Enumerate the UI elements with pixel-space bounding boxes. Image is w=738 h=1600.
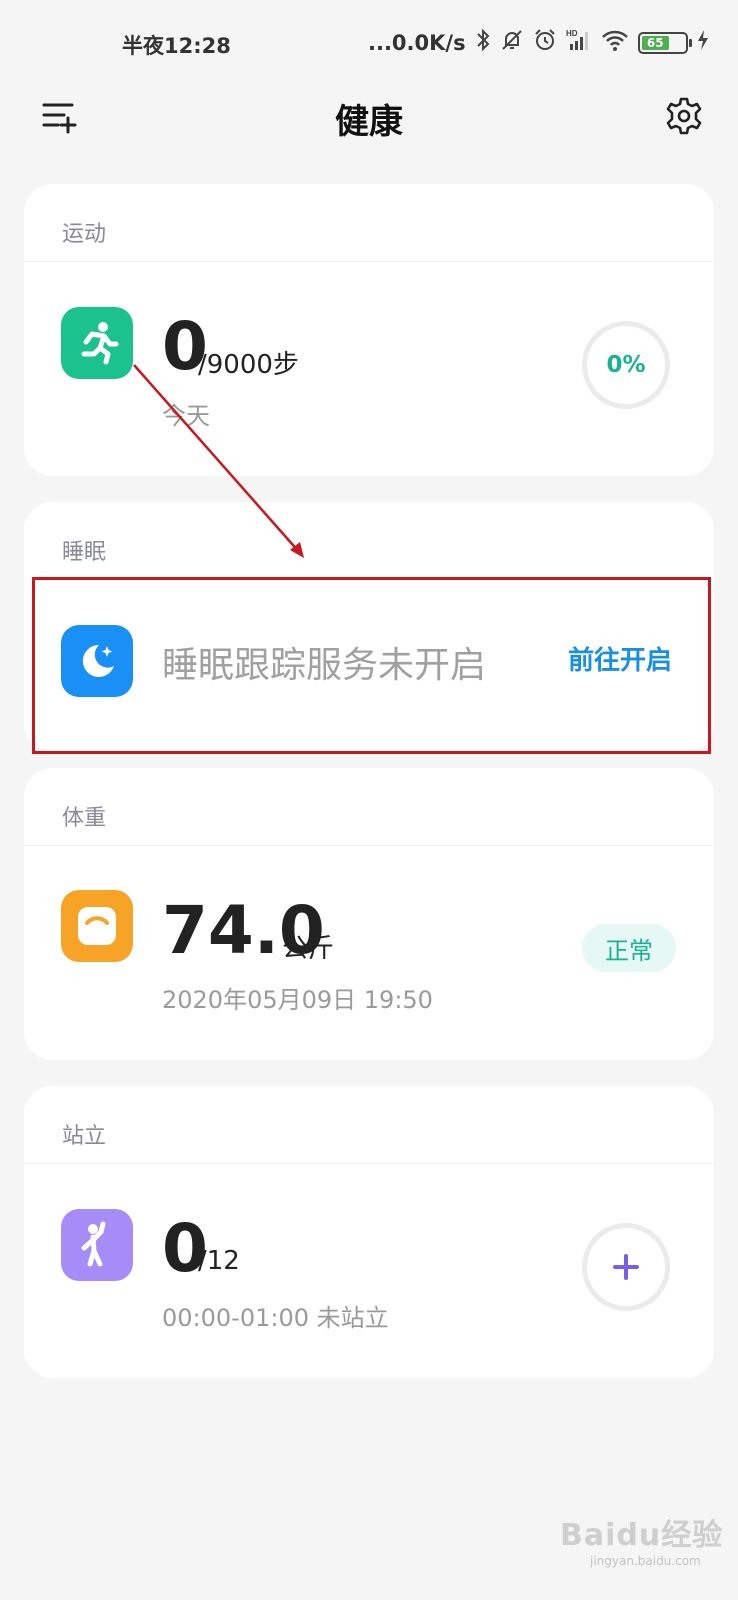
standing-person-icon (61, 1209, 133, 1281)
sleep-card[interactable]: 睡眠 睡眠跟踪服务未开启 前往开启 (24, 502, 714, 752)
step-goal: /9000步 (198, 350, 299, 380)
network-speed: ...0.0K/s (368, 30, 466, 55)
bluetooth-icon (475, 28, 491, 57)
exercise-card[interactable]: 运动 0 /9000步 今天 0% (24, 184, 714, 476)
top-bar: 健康 (0, 84, 738, 184)
sleep-header: 睡眠 (62, 540, 107, 565)
alarm-icon (533, 28, 557, 57)
wifi-icon (601, 28, 629, 57)
mute-icon (500, 28, 524, 57)
gear-icon (666, 97, 702, 135)
watermark-url: jingyan.baidu.com (590, 1554, 701, 1568)
weight-status-badge: 正常 (582, 924, 676, 972)
page-title: 健康 (335, 102, 403, 142)
charging-icon (697, 29, 709, 56)
standing-card[interactable]: 站立 0 /12 00:00-01:00 未站立 (24, 1086, 714, 1378)
moon-icon (61, 625, 133, 697)
settings-button[interactable] (664, 96, 704, 136)
status-bar: 半夜12:28 ...0.0K/s HD 65 (0, 0, 738, 84)
battery-icon: 65 (637, 31, 692, 54)
exercise-date: 今天 (162, 402, 210, 430)
weight-header: 体重 (24, 768, 714, 846)
weight-unit: 公斤 (282, 934, 335, 964)
step-progress-label: 0% (606, 352, 646, 378)
watermark: Baidu经验 jingyan.baidu.com (560, 1510, 723, 1568)
sleep-status-message: 睡眠跟踪服务未开启 (162, 645, 487, 686)
standing-status: 00:00-01:00 未站立 (162, 1304, 389, 1332)
enable-sleep-link[interactable]: 前往开启 (568, 640, 672, 677)
exercise-header: 运动 (24, 184, 714, 262)
step-progress-ring: 0% (582, 321, 670, 409)
standing-goal: /12 (198, 1246, 240, 1276)
running-icon (61, 307, 133, 379)
weight-card[interactable]: 体重 74.0 公斤 2020年05月09日 19:50 正常 (24, 768, 714, 1060)
battery-level: 65 (641, 35, 669, 50)
status-time: 半夜12:28 (122, 34, 231, 58)
signal-icon: HD (566, 28, 592, 57)
status-icons: ...0.0K/s HD 65 (368, 28, 709, 57)
plus-icon (613, 1254, 639, 1280)
scale-icon (61, 890, 133, 962)
add-standing-button[interactable] (582, 1223, 670, 1311)
svg-text:HD: HD (566, 29, 578, 38)
standing-header: 站立 (24, 1086, 714, 1164)
watermark-brand: Baidu经验 (560, 1518, 724, 1553)
weight-timestamp: 2020年05月09日 19:50 (162, 986, 433, 1014)
